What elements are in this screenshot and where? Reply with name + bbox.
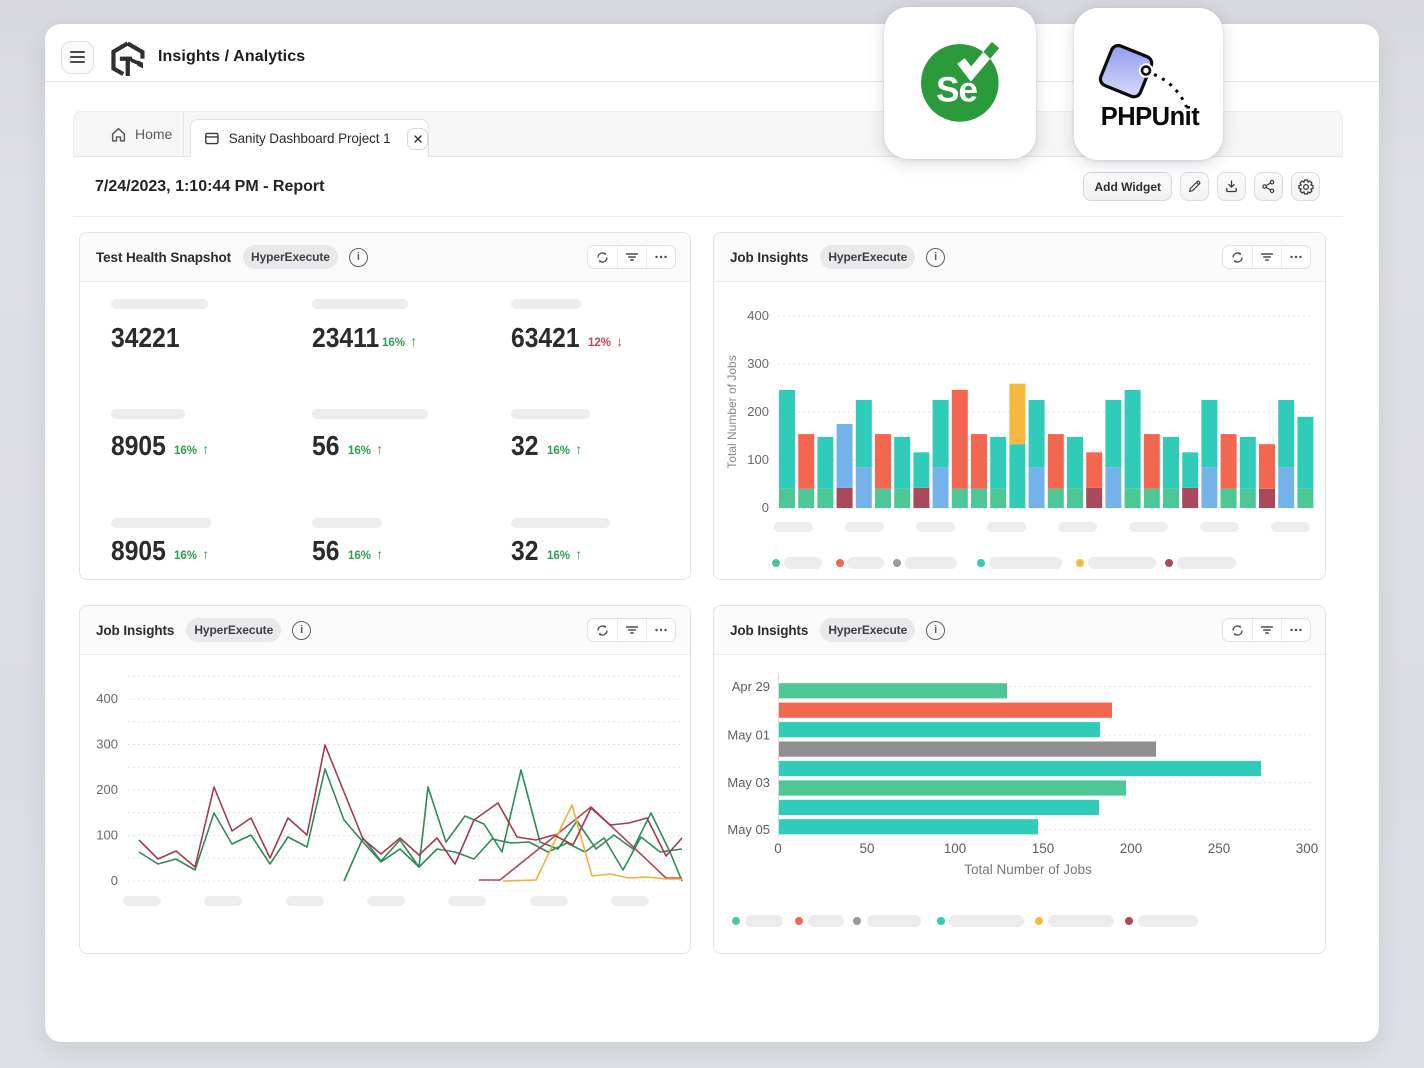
svg-text:150: 150 <box>1032 841 1055 856</box>
svg-text:Se: Se <box>936 71 977 110</box>
svg-text:250: 250 <box>1208 841 1231 856</box>
svg-text:100: 100 <box>747 452 769 467</box>
svg-text:Total Number of Jobs: Total Number of Jobs <box>725 355 739 468</box>
svg-text:Apr 29: Apr 29 <box>732 679 770 694</box>
svg-text:50: 50 <box>859 841 874 856</box>
svg-text:Total Number of Jobs: Total Number of Jobs <box>964 862 1092 877</box>
svg-text:200: 200 <box>96 782 118 797</box>
svg-text:300: 300 <box>1296 841 1319 856</box>
svg-text:100: 100 <box>96 828 118 843</box>
svg-text:0: 0 <box>762 500 769 515</box>
svg-text:May 01: May 01 <box>727 728 770 743</box>
svg-text:May 03: May 03 <box>727 775 770 790</box>
svg-text:0: 0 <box>774 841 782 856</box>
svg-text:300: 300 <box>96 737 118 752</box>
svg-text:0: 0 <box>111 873 118 888</box>
svg-text:400: 400 <box>96 691 118 706</box>
svg-text:May 05: May 05 <box>727 822 770 837</box>
svg-text:PHPUnit: PHPUnit <box>1101 103 1201 131</box>
svg-text:200: 200 <box>1120 841 1143 856</box>
svg-text:400: 400 <box>747 308 769 323</box>
svg-text:300: 300 <box>747 356 769 371</box>
svg-text:100: 100 <box>944 841 967 856</box>
svg-text:200: 200 <box>747 404 769 419</box>
